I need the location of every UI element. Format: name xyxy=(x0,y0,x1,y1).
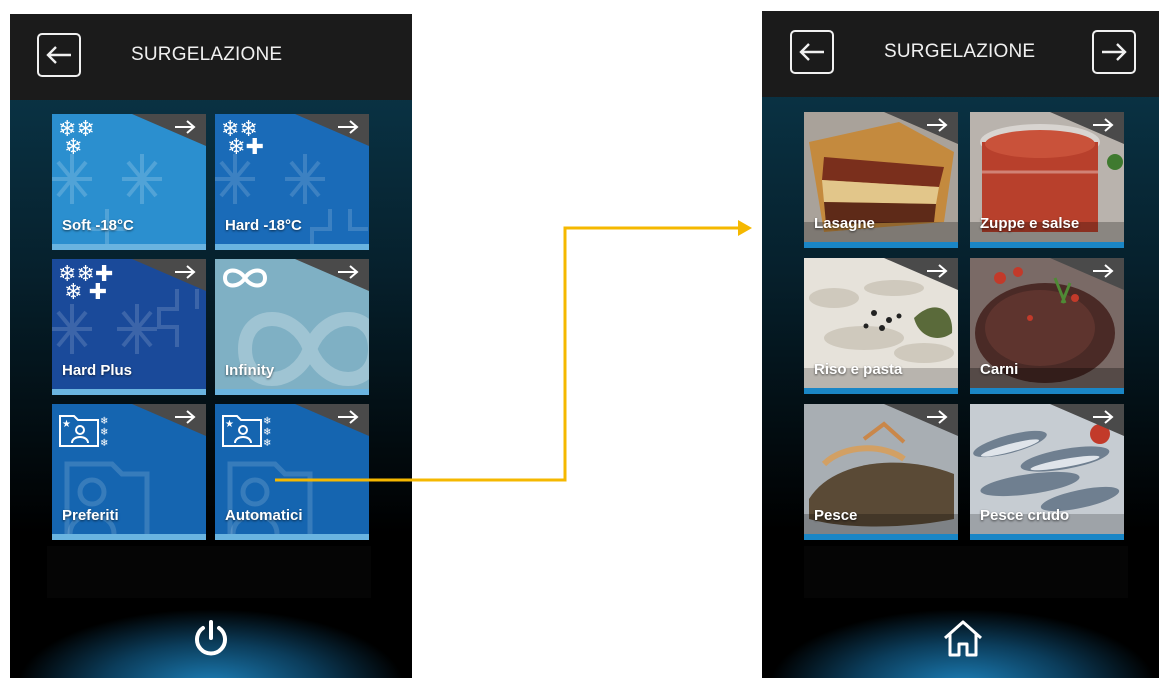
flow-connector-arrow xyxy=(275,220,752,482)
